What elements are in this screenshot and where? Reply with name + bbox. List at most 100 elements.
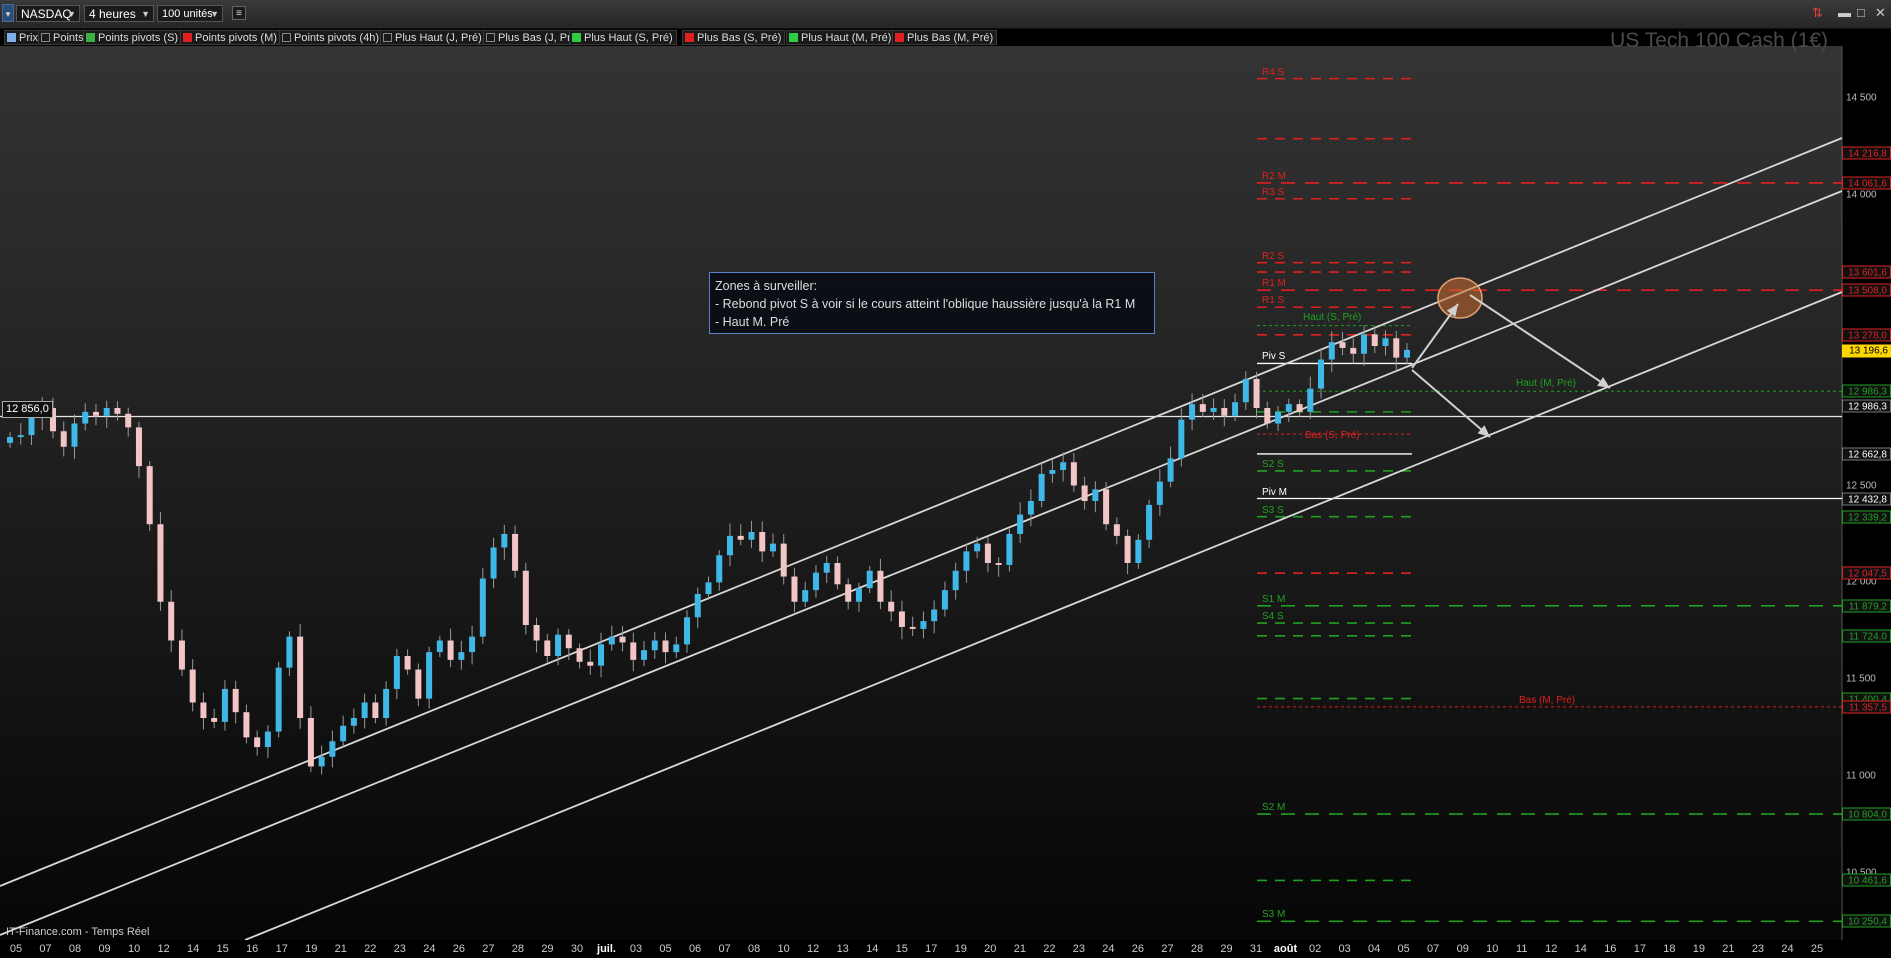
date-tick-label: 10 — [777, 943, 790, 955]
candle-up — [1210, 408, 1217, 412]
checkbox-icon[interactable] — [486, 33, 495, 42]
candle-up — [1049, 470, 1056, 474]
date-tick-label: août — [1273, 943, 1298, 955]
level-label: S2 M — [1262, 802, 1286, 814]
level-label: Haut (S, Pré) — [1303, 311, 1362, 323]
candle-down — [522, 570, 529, 625]
close-icon[interactable]: ✕ — [1875, 5, 1886, 21]
checkbox-checked-icon[interactable] — [685, 33, 694, 42]
candle-down — [587, 661, 594, 666]
candle-down — [307, 718, 314, 767]
candle-up — [221, 688, 228, 722]
candle-up — [684, 617, 691, 645]
date-tick-label: 15 — [216, 943, 229, 955]
data-source-credit: IT-Finance.com - Temps Réel — [6, 926, 150, 938]
level-price-label: 12 662,8 — [1842, 447, 1891, 461]
legend-item[interactable]: Points pivots (S) — [83, 30, 183, 45]
level-label: S1 M — [1262, 593, 1286, 605]
date-tick-label: 21 — [1013, 943, 1026, 955]
checkbox-checked-icon[interactable] — [789, 33, 798, 42]
candle-down — [232, 688, 239, 713]
note-line: Zones à surveiller: — [715, 279, 818, 293]
legend-item[interactable]: Plus Bas (M, Pré) — [892, 30, 998, 45]
price-axis[interactable]: 14 50014 00012 50012 00011 50011 00010 5… — [1842, 46, 1891, 940]
candle-up — [866, 570, 873, 589]
candle-up — [1328, 342, 1335, 360]
checkbox-checked-icon[interactable] — [572, 33, 581, 42]
candle-up — [329, 741, 336, 757]
checkbox-checked-icon[interactable] — [183, 33, 192, 42]
minimize-icon[interactable]: ▬ — [1838, 5, 1851, 20]
date-tick-label: 07 — [718, 943, 731, 955]
checkbox-icon[interactable] — [383, 33, 392, 42]
date-tick-label: 05 — [9, 943, 23, 955]
legend-item[interactable]: Plus Haut (M, Pré) — [786, 30, 896, 45]
date-tick-label: 23 — [1072, 943, 1085, 955]
legend-item[interactable]: Plus Bas (S, Pré) — [682, 30, 786, 45]
note-line: - Rebond pivot S à voir si le cours atte… — [715, 297, 1136, 311]
analysis-note[interactable]: Zones à surveiller: - Rebond pivot S à v… — [709, 272, 1155, 334]
candle-up — [82, 411, 89, 424]
timeframe-select[interactable]: 4 heures ▼ — [84, 5, 154, 22]
legend-label: Points pivots (M) — [195, 32, 277, 44]
date-tick-label: 14 — [1574, 943, 1587, 955]
reference-price-label: 12 856,0 — [2, 400, 53, 418]
candle-up — [694, 594, 701, 618]
symbol-select[interactable]: NASDAQ ▼ — [16, 5, 80, 22]
legend-item[interactable]: Plus Haut (J, Pré) — [380, 30, 486, 45]
level-label: Piv S — [1262, 351, 1286, 363]
date-tick-label: 22 — [1043, 943, 1056, 955]
candle-up — [1178, 419, 1185, 459]
menu-icon[interactable]: ▾ — [2, 4, 14, 22]
checkbox-checked-icon[interactable] — [7, 33, 16, 42]
candle-up — [361, 702, 368, 718]
date-tick-label: 20 — [984, 943, 997, 955]
checkbox-checked-icon[interactable] — [895, 33, 904, 42]
level-price-label: 12 986,3 — [1842, 399, 1891, 413]
date-tick-label: 30 — [570, 943, 584, 955]
level-price-label: 13 278,0 — [1842, 328, 1891, 342]
date-tick-label: 27 — [1161, 943, 1174, 955]
legend-item[interactable]: Plus Haut (S, Pré) — [569, 30, 677, 45]
checkbox-icon[interactable] — [41, 33, 50, 42]
level-price-label: 14 216,8 — [1842, 146, 1891, 160]
price-chart[interactable] — [0, 0, 1891, 958]
candle-up — [598, 644, 605, 666]
candle-up — [1060, 462, 1067, 470]
candle-down — [759, 532, 766, 552]
legend-item[interactable]: Points pivots (M) — [180, 30, 281, 45]
candle-up — [555, 634, 562, 656]
date-tick-label: 24 — [1102, 943, 1115, 955]
candle-up — [71, 423, 78, 447]
candle-down — [372, 702, 379, 718]
legend-item[interactable]: Prix — [4, 30, 42, 45]
candle-up — [479, 578, 486, 637]
candle-down — [984, 543, 991, 563]
candle-down — [737, 535, 744, 540]
date-tick-label: 24 — [1781, 943, 1794, 955]
candle-up — [1382, 338, 1389, 346]
legend-item[interactable]: Points pivots (4h) — [279, 30, 383, 45]
maximize-icon[interactable]: □ — [1857, 5, 1865, 20]
level-label: S4 S — [1262, 611, 1284, 623]
candle-up — [716, 555, 723, 583]
chart-type-icon[interactable]: ⇅ — [1812, 5, 1823, 21]
candle-up — [350, 718, 357, 726]
level-label: Haut (M, Pré) — [1516, 378, 1577, 390]
date-tick-label: 31 — [1249, 943, 1263, 955]
date-tick-label: 19 — [305, 943, 318, 955]
candle-up — [393, 656, 400, 689]
candle-up — [436, 640, 443, 653]
candle-down — [1371, 334, 1378, 346]
candle-down — [1103, 489, 1110, 525]
instrument-watermark: US Tech 100 Cash (1€) — [1610, 29, 1828, 52]
candle-down — [404, 656, 411, 670]
time-axis[interactable]: 05 07 08 09 10 12 14 15 16 17 19 21 22 23 24 26 27 28 29 30… — [0, 940, 1891, 958]
settings-button[interactable]: ≡ — [232, 6, 246, 20]
candle-up — [1361, 334, 1368, 354]
candle-down — [1124, 535, 1131, 563]
date-tick-label: 02 — [1308, 943, 1322, 955]
checkbox-icon[interactable] — [282, 33, 291, 42]
units-select[interactable]: 100 unités ▼ — [157, 5, 223, 22]
checkbox-checked-icon[interactable] — [86, 33, 95, 42]
